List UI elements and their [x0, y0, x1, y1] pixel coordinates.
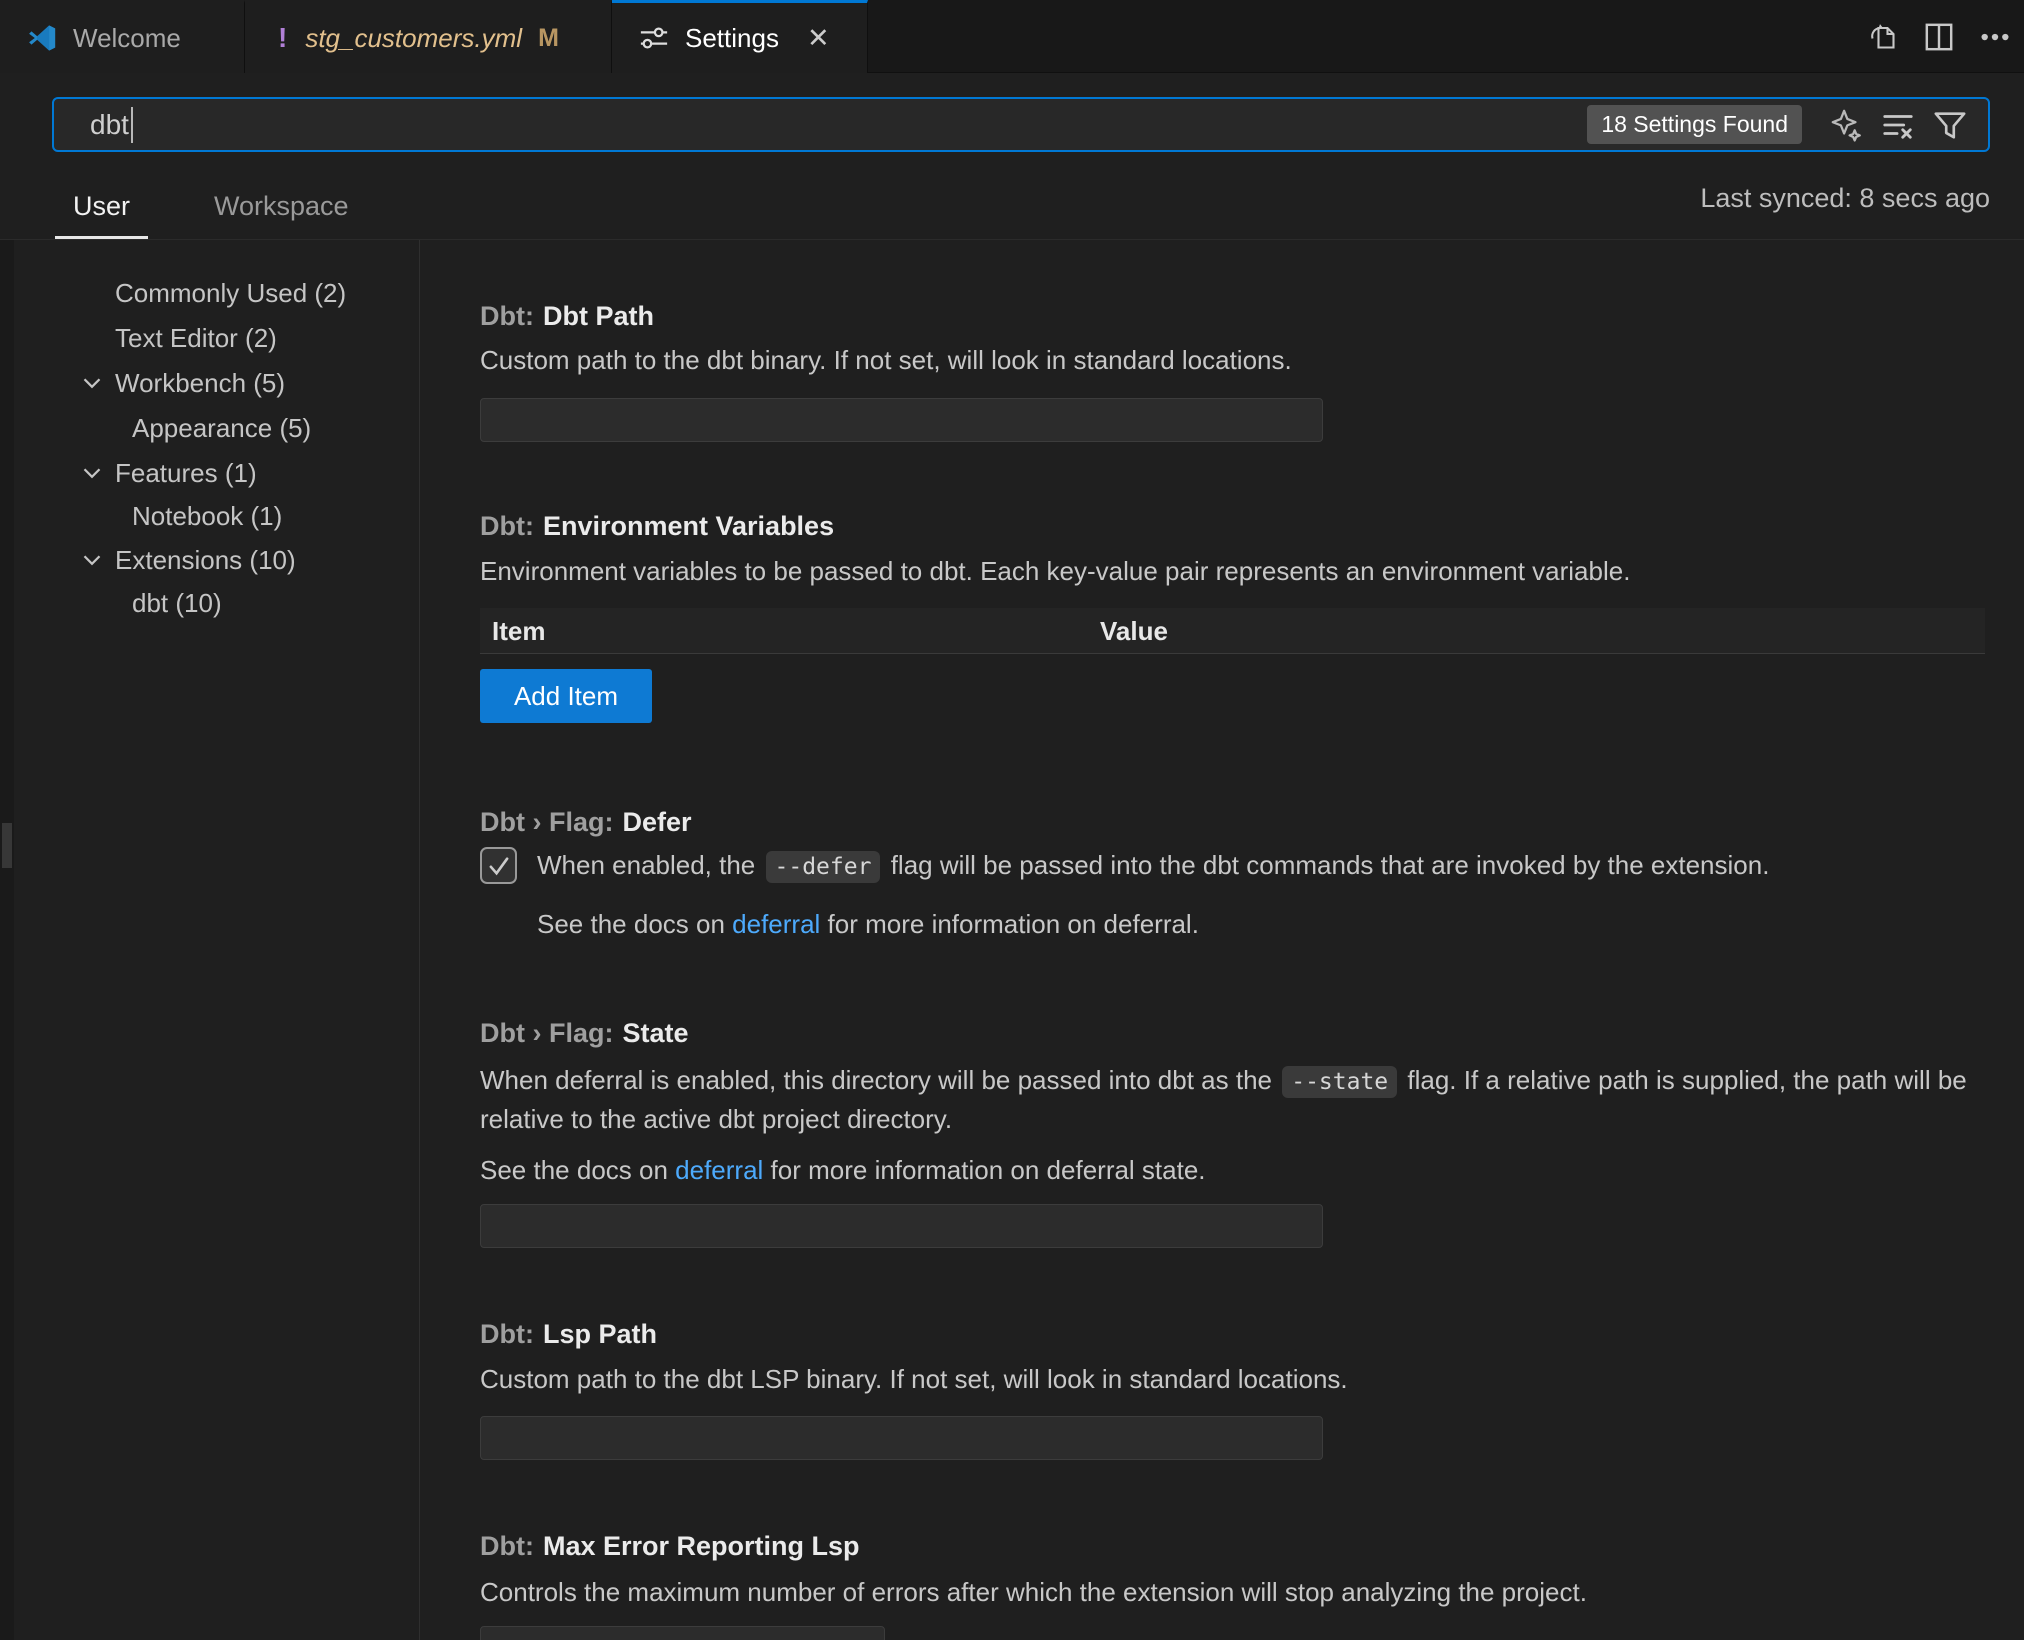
close-icon[interactable]: ✕: [807, 25, 830, 52]
deferral-link[interactable]: deferral: [732, 909, 820, 939]
search-value: dbt: [90, 109, 129, 141]
problem-indicator-icon: !: [278, 22, 287, 54]
setting-title-environment-variables: Dbt:Environment Variables: [480, 510, 834, 542]
dbt-path-input[interactable]: [480, 398, 1323, 442]
add-item-button[interactable]: Add Item: [480, 669, 652, 723]
checkmark-icon: [486, 853, 512, 879]
lsp-path-input[interactable]: [480, 1416, 1323, 1460]
defer-description: When enabled, the --defer flag will be p…: [537, 847, 1769, 886]
chevron-down-icon[interactable]: [83, 553, 101, 567]
git-modified-badge: M: [538, 24, 559, 53]
settings-editor-body: Commonly Used (2) Text Editor (2) Workbe…: [0, 240, 2024, 1640]
tab-welcome[interactable]: Welcome: [0, 0, 245, 73]
text-cursor: [131, 107, 133, 143]
chevron-down-icon[interactable]: [83, 466, 101, 480]
tab-label: Welcome: [73, 23, 181, 54]
code-chip-defer: --defer: [766, 851, 881, 883]
toc-item-features[interactable]: Features (1): [115, 455, 257, 491]
editor-tab-bar: Welcome ! stg_customers.yml M Settings ✕: [0, 0, 2024, 73]
setting-title-lsp-path: Dbt:Lsp Path: [480, 1318, 657, 1350]
editor-actions: [1868, 0, 2010, 73]
filter-icon[interactable]: [1933, 108, 1967, 142]
setting-title-dbt-path: Dbt:Dbt Path: [480, 300, 654, 332]
env-vars-table-header: Item Value: [480, 608, 1985, 654]
column-header-item: Item: [492, 616, 545, 647]
code-chip-state: --state: [1282, 1066, 1397, 1098]
toc-item-commonly-used[interactable]: Commonly Used (2): [115, 275, 346, 311]
tab-settings[interactable]: Settings ✕: [612, 0, 868, 73]
open-changes-icon[interactable]: [1868, 22, 1898, 52]
settings-search-input[interactable]: dbt 18 Settings Found: [52, 97, 1990, 152]
settings-sliders-icon: [639, 23, 669, 53]
chevron-down-icon[interactable]: [83, 376, 101, 390]
setting-desc-environment-variables: Environment variables to be passed to db…: [480, 553, 1630, 590]
tab-label: stg_customers.yml: [305, 23, 522, 54]
toc-item-appearance[interactable]: Appearance (5): [132, 410, 311, 446]
last-synced-status: Last synced: 8 secs ago: [1700, 183, 1990, 214]
scope-tab-user[interactable]: User: [55, 191, 148, 239]
split-editor-icon[interactable]: [1924, 22, 1954, 52]
left-gutter: [0, 240, 14, 1640]
tab-label: Settings: [685, 23, 779, 54]
toc-item-extensions[interactable]: Extensions (10): [115, 542, 296, 578]
ai-search-icon[interactable]: [1829, 108, 1863, 142]
defer-checkbox[interactable]: [480, 847, 517, 884]
clear-filters-icon[interactable]: [1881, 108, 1915, 142]
scope-tab-workspace[interactable]: Workspace: [196, 191, 367, 239]
setting-title-max-error-reporting-lsp: Dbt:Max Error Reporting Lsp: [480, 1530, 860, 1562]
gutter-thumb[interactable]: [2, 823, 12, 868]
deferral-link[interactable]: deferral: [675, 1155, 763, 1185]
setting-desc-state: When deferral is enabled, this directory…: [480, 1062, 1985, 1138]
toc-item-dbt[interactable]: dbt (10): [132, 585, 222, 621]
more-actions-icon[interactable]: [1980, 22, 2010, 52]
setting-title-defer: Dbt › Flag:Defer: [480, 806, 692, 838]
state-docs-note: See the docs on deferral for more inform…: [480, 1152, 1206, 1189]
setting-title-state: Dbt › Flag:State: [480, 1017, 689, 1049]
settings-scope-row: User Workspace Last synced: 8 secs ago: [0, 165, 2024, 240]
toc-item-text-editor[interactable]: Text Editor (2): [115, 320, 277, 356]
setting-desc-dbt-path: Custom path to the dbt binary. If not se…: [480, 342, 1292, 379]
defer-docs-note: See the docs on deferral for more inform…: [537, 906, 1199, 943]
setting-desc-max-error-reporting-lsp: Controls the maximum number of errors af…: [480, 1574, 1587, 1611]
state-input[interactable]: [480, 1204, 1323, 1248]
max-error-reporting-lsp-input[interactable]: [480, 1626, 885, 1640]
settings-toc: Commonly Used (2) Text Editor (2) Workbe…: [14, 240, 420, 1640]
tab-stg-customers-yml[interactable]: ! stg_customers.yml M: [245, 0, 612, 73]
vscode-logo-icon: [27, 23, 57, 53]
toc-item-workbench[interactable]: Workbench (5): [115, 365, 285, 401]
results-count-badge: 18 Settings Found: [1587, 105, 1802, 144]
setting-desc-lsp-path: Custom path to the dbt LSP binary. If no…: [480, 1361, 1348, 1398]
column-header-value: Value: [1100, 616, 1168, 647]
toc-item-notebook[interactable]: Notebook (1): [132, 498, 282, 534]
